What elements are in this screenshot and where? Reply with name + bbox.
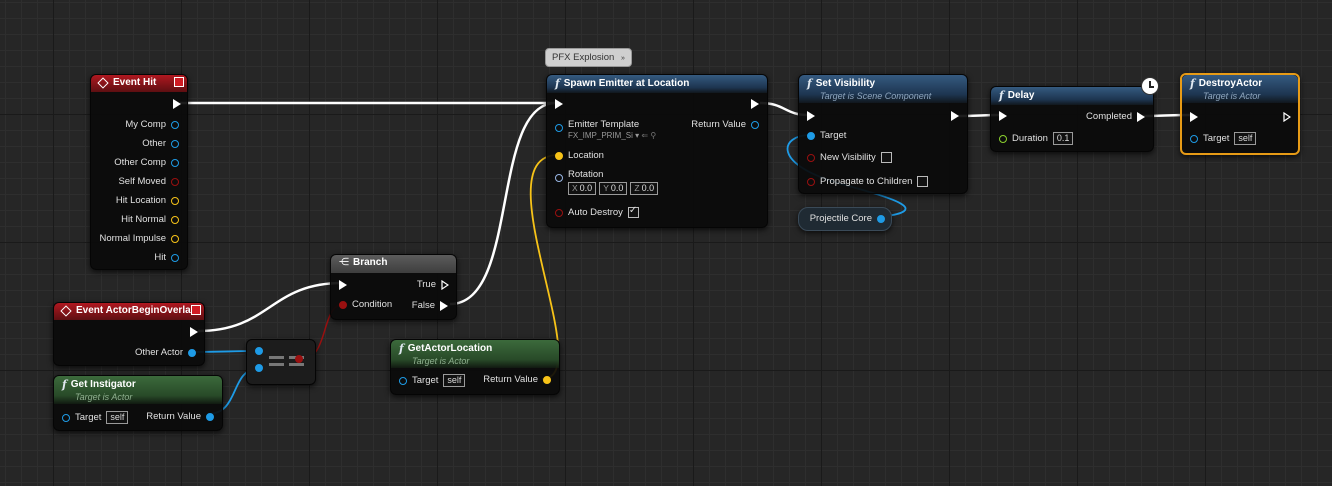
exec-out-pin[interactable] (1283, 112, 1291, 122)
destroy-actor-node[interactable]: f DestroyActor Target is Actor Target self (1180, 73, 1300, 155)
branch-icon: ⋲ (339, 257, 349, 268)
set-visibility-subtitle: Target is Scene Component (820, 91, 932, 101)
pin-emitter-template[interactable]: Emitter Template FX_IMP_PRIM_Si ▾ ⇐ ⚲ (555, 119, 656, 140)
function-icon: f (999, 89, 1004, 102)
pin-rotation[interactable]: Rotation X 0.0 Y 0.0 Z 0.0 (555, 169, 659, 195)
rotation-fields: X 0.0 Y 0.0 Z 0.0 (568, 182, 659, 195)
pin-projectile-core[interactable]: Projectile Core (810, 213, 885, 224)
exec-in-pin[interactable] (999, 111, 1007, 121)
pin-duration[interactable]: Duration 0.1 (999, 132, 1074, 145)
rotation-y-field[interactable]: Y 0.0 (599, 182, 628, 195)
get-instigator-subtitle: Target is Actor (75, 392, 133, 402)
pin-condition[interactable]: Condition (339, 299, 392, 310)
equal-input-a[interactable] (255, 347, 263, 355)
pin-normal-impulse[interactable]: Normal Impulse (99, 233, 179, 244)
exec-wire-branch-false-to-spawn (449, 101, 557, 306)
pin-location[interactable]: Location (555, 150, 604, 161)
pin-my-comp[interactable]: My Comp (125, 119, 179, 130)
exec-in-pin[interactable] (555, 99, 563, 109)
destroy-actor-header: f DestroyActor Target is Actor (1182, 75, 1298, 103)
projectile-core-variable[interactable]: Projectile Core (798, 207, 892, 231)
function-icon: f (1190, 77, 1195, 90)
equal-output[interactable] (295, 355, 303, 363)
pin-hit-normal[interactable]: Hit Normal (121, 214, 179, 225)
use-selected-icon[interactable]: ⇐ (641, 131, 648, 140)
exec-out-pin[interactable] (173, 99, 181, 109)
exec-out-pin[interactable] (751, 99, 759, 109)
event-hit-title: Event Hit (113, 77, 157, 88)
delay-header: f Delay (991, 87, 1153, 105)
pin-return-value[interactable]: Return Value (146, 411, 214, 422)
comment-pin-icon: » (620, 55, 625, 62)
pin-self-moved[interactable]: Self Moved (118, 176, 179, 187)
auto-destroy-checkbox[interactable] (627, 205, 639, 218)
function-icon: f (62, 378, 67, 391)
exec-in-pin[interactable] (1190, 112, 1198, 122)
spawn-emitter-header: f Spawn Emitter at Location (547, 75, 767, 93)
event-hit-node[interactable]: Event Hit My Comp Other Other Comp Self … (90, 74, 188, 270)
pin-target[interactable]: Target self (399, 374, 466, 387)
self-field[interactable]: self (443, 374, 466, 387)
pin-hit[interactable]: Hit (154, 252, 179, 263)
pin-true[interactable]: True (417, 279, 449, 290)
pin-return-value[interactable]: Return Value (691, 119, 759, 130)
clock-icon (1141, 77, 1159, 95)
event-hit-header: Event Hit (91, 75, 187, 92)
get-actor-location-subtitle: Target is Actor (412, 356, 470, 366)
get-instigator-node[interactable]: f Get Instigator Target is Actor Target se… (53, 375, 223, 431)
event-overlap-header: Event ActorBeginOverlap (54, 303, 204, 320)
equal-input-b[interactable] (255, 364, 263, 372)
pin-new-visibility[interactable]: New Visibility (807, 152, 892, 163)
equal-node[interactable] (246, 339, 316, 385)
stop-icon[interactable] (174, 77, 184, 87)
exec-out-pin[interactable] (190, 327, 198, 337)
comment-bubble[interactable]: PFX Explosion » (545, 48, 632, 67)
branch-node[interactable]: ⋲ Branch True False Condition (330, 254, 457, 320)
rotation-z-field[interactable]: Z 0.0 (630, 182, 659, 195)
exec-wire-overlap-to-branch (197, 281, 343, 333)
pin-other-actor[interactable]: Other Actor (135, 347, 196, 358)
pin-other[interactable]: Other (142, 138, 179, 149)
get-instigator-header: f Get Instigator Target is Actor (54, 376, 222, 404)
exec-in-pin[interactable] (807, 111, 815, 121)
set-visibility-node[interactable]: f Set Visibility Target is Scene Componen… (798, 74, 968, 194)
spawn-emitter-node[interactable]: f Spawn Emitter at Location Emitter Templ… (546, 74, 768, 228)
pin-other-comp[interactable]: Other Comp (114, 157, 179, 168)
branch-header: ⋲ Branch (331, 255, 456, 273)
event-icon (60, 304, 72, 317)
event-overlap-node[interactable]: Event ActorBeginOverlap Other Actor (53, 302, 205, 366)
set-visibility-header: f Set Visibility Target is Scene Componen… (799, 75, 967, 103)
pin-false[interactable]: False (412, 300, 448, 311)
delay-node[interactable]: f Delay Completed Duration 0.1 (990, 77, 1159, 152)
event-icon (97, 76, 109, 89)
pin-propagate[interactable]: Propagate to Children (807, 176, 929, 187)
browse-icon[interactable]: ⚲ (650, 131, 656, 140)
pin-completed[interactable]: Completed (1086, 111, 1145, 122)
rotation-x-field[interactable]: X 0.0 (568, 182, 597, 195)
get-actor-location-node[interactable]: f GetActorLocation Target is Actor Target… (390, 339, 560, 395)
new-visibility-checkbox[interactable] (880, 152, 892, 163)
function-icon: f (555, 77, 560, 90)
self-field[interactable]: self (1234, 132, 1257, 145)
chevron-down-icon: ▾ (635, 131, 640, 140)
pin-target[interactable]: Target self (1190, 132, 1257, 145)
exec-out-pin[interactable] (951, 111, 959, 121)
get-actor-location-header: f GetActorLocation Target is Actor (391, 340, 559, 368)
event-overlap-title: Event ActorBeginOverlap (76, 305, 197, 316)
pin-target[interactable]: Target self (62, 411, 129, 424)
self-field[interactable]: self (106, 411, 129, 424)
pin-hit-location[interactable]: Hit Location (116, 195, 179, 206)
function-icon: f (399, 342, 404, 355)
function-icon: f (807, 77, 812, 90)
emitter-template-dropdown[interactable]: FX_IMP_PRIM_Si ▾ ⇐ ⚲ (568, 131, 656, 140)
propagate-checkbox[interactable] (917, 176, 929, 187)
pin-auto-destroy[interactable]: Auto Destroy (555, 205, 639, 218)
comment-text: PFX Explosion (552, 52, 615, 63)
destroy-actor-subtitle: Target is Actor (1203, 91, 1261, 101)
duration-field[interactable]: 0.1 (1052, 132, 1074, 145)
exec-in-pin[interactable] (339, 280, 347, 290)
stop-icon[interactable] (191, 305, 201, 315)
pin-target[interactable]: Target (807, 130, 846, 141)
pin-return-value[interactable]: Return Value (483, 374, 551, 385)
